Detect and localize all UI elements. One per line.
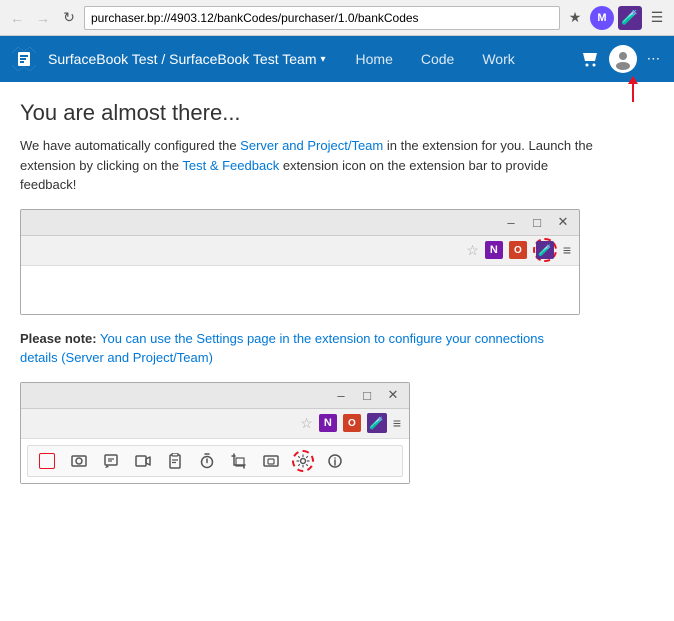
toolbar-menu-icon[interactable]: ≡: [563, 242, 571, 258]
titlebar-restore[interactable]: □: [529, 214, 545, 230]
toolbar-star-icon[interactable]: ☆: [466, 242, 479, 259]
tool-settings[interactable]: [292, 450, 314, 472]
ext-toolbar-star[interactable]: ☆: [300, 415, 313, 432]
vsts-user-avatar[interactable]: [609, 45, 637, 73]
browser-chrome: ← → ↻ ★ M 🧪 ☰: [0, 0, 674, 36]
reload-button[interactable]: ↻: [58, 7, 80, 29]
back-button[interactable]: ←: [6, 7, 28, 29]
ext-menu-icon[interactable]: ≡: [393, 415, 401, 431]
note-body: You can use the Settings page in the ext…: [20, 331, 544, 366]
ext-onenote-icon[interactable]: N: [319, 414, 337, 432]
nav-basket-icon[interactable]: [577, 46, 603, 72]
note-bold-label: Please note:: [20, 331, 97, 346]
star-button[interactable]: ★: [564, 7, 586, 29]
highlight-server: Server and Project/Team: [240, 138, 383, 153]
nav-link-home[interactable]: Home: [342, 36, 407, 82]
nav-link-work[interactable]: Work: [468, 36, 528, 82]
tool-timer[interactable]: [196, 450, 218, 472]
nav-more-button[interactable]: ⋯: [643, 47, 664, 71]
ext-panel-titlebar: – □ ✕: [21, 383, 409, 409]
tool-note[interactable]: [100, 450, 122, 472]
mini-browser-mockup: – □ ✕ ☆ N O 🧪 ≡: [20, 209, 580, 315]
project-chevron: ▾: [320, 54, 325, 65]
highlight-feedback: Test & Feedback: [182, 158, 279, 173]
mini-browser-toolbar: ☆ N O 🧪 ≡: [21, 236, 579, 266]
address-bar[interactable]: [84, 6, 560, 30]
tool-screen-record[interactable]: [260, 450, 282, 472]
note-text: Please note: You can use the Settings pa…: [20, 331, 544, 366]
flask-extension-icon[interactable]: 🧪: [618, 6, 642, 30]
extension-panel-mockup: – □ ✕ ☆ N O 🧪 ≡: [20, 382, 410, 484]
draw-box-icon: [39, 453, 55, 469]
main-content: You are almost there... We have automati…: [0, 82, 674, 502]
tool-info[interactable]: [324, 450, 346, 472]
ext-titlebar-restore[interactable]: □: [359, 387, 375, 403]
mini-browser-content-area: [21, 266, 579, 314]
vsts-logo: [10, 45, 38, 73]
ext-titlebar-minimize[interactable]: –: [333, 387, 349, 403]
note-section: Please note: You can use the Settings pa…: [20, 329, 580, 368]
tool-screenshot-clip[interactable]: [164, 450, 186, 472]
user-avatar-btn[interactable]: M: [590, 6, 614, 30]
mini-browser-titlebar: – □ ✕: [21, 210, 579, 236]
ext-titlebar-close[interactable]: ✕: [385, 387, 401, 403]
vsts-navbar: SurfaceBook Test / SurfaceBook Test Team…: [0, 36, 674, 82]
onenote-icon[interactable]: N: [485, 241, 503, 259]
flask-ext-circled[interactable]: 🧪: [533, 238, 557, 262]
ext-flask-icon[interactable]: 🧪: [367, 413, 387, 433]
nav-link-code[interactable]: Code: [407, 36, 468, 82]
tool-crop[interactable]: [228, 450, 250, 472]
page-title: You are almost there...: [20, 100, 654, 126]
ext-office-icon[interactable]: O: [343, 414, 361, 432]
office-icon[interactable]: O: [509, 241, 527, 259]
tool-screenshot[interactable]: [68, 450, 90, 472]
ext-panel-toolbar: ☆ N O 🧪 ≡: [21, 409, 409, 439]
flask-icon-mini: 🧪: [536, 241, 554, 259]
ext-tools-row: [27, 445, 403, 477]
vsts-project-name[interactable]: SurfaceBook Test / SurfaceBook Test Team…: [48, 51, 326, 67]
ext-panel-content: [21, 439, 409, 483]
tool-draw-box[interactable]: [36, 450, 58, 472]
menu-button[interactable]: ☰: [646, 7, 668, 29]
vsts-nav-links: Home Code Work: [342, 36, 529, 82]
tool-video[interactable]: [132, 450, 154, 472]
titlebar-minimize[interactable]: –: [503, 214, 519, 230]
titlebar-close[interactable]: ✕: [555, 214, 571, 230]
forward-button[interactable]: →: [32, 7, 54, 29]
main-description: We have automatically configured the Ser…: [20, 136, 600, 195]
